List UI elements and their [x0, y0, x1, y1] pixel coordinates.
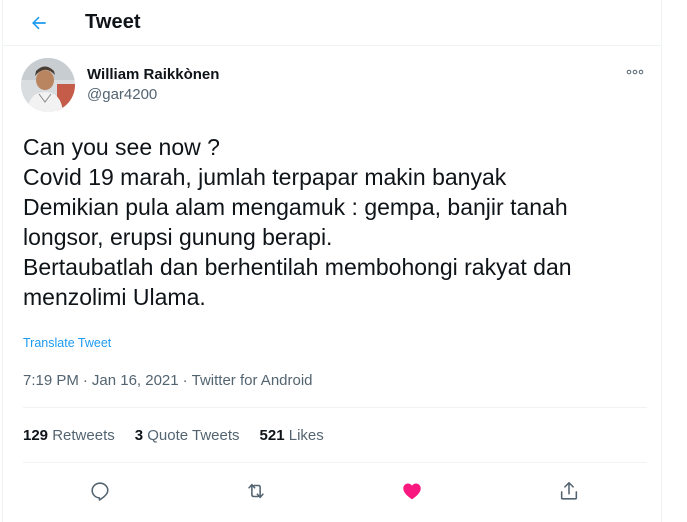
meta-separator: · — [182, 372, 188, 389]
author-names: William Raikkònen @gar4200 — [87, 65, 219, 105]
more-icon — [626, 69, 644, 75]
share-button[interactable] — [553, 475, 585, 507]
quotes-count: 3 — [134, 427, 144, 444]
like-button[interactable] — [396, 475, 428, 507]
quotes-label: Quote Tweets — [147, 427, 240, 444]
tweet-text: Can you see now ? Covid 19 marah, jumlah… — [23, 134, 572, 310]
tweet-stats: 129 Retweets 3 Quote Tweets 521 Likes — [23, 427, 344, 444]
tweet-metadata: 7:19 PM · Jan 16, 2021 · Twitter for Android — [23, 372, 313, 389]
retweet-button[interactable] — [240, 475, 272, 507]
tweet-date[interactable]: Jan 16, 2021 — [92, 372, 179, 389]
like-icon — [403, 483, 421, 500]
translate-tweet-link[interactable]: Translate Tweet — [23, 336, 111, 350]
tweet-actions — [3, 475, 663, 505]
retweets-count: 129 — [23, 427, 49, 444]
avatar[interactable] — [21, 58, 75, 112]
divider — [23, 462, 647, 463]
retweets-label: Retweets — [52, 427, 115, 444]
likes-label: Likes — [288, 427, 324, 444]
meta-separator: · — [82, 372, 88, 389]
retweet-icon — [248, 483, 264, 499]
likes-stat[interactable]: 521 Likes — [260, 427, 324, 444]
more-options-button[interactable] — [625, 64, 645, 80]
avatar-photo — [21, 58, 75, 112]
tweet-author: William Raikkònen @gar4200 — [21, 58, 219, 112]
tweet-source[interactable]: Twitter for Android — [192, 372, 313, 389]
author-handle[interactable]: @gar4200 — [87, 85, 219, 105]
arrow-left-icon — [32, 16, 46, 29]
back-button[interactable] — [23, 7, 55, 39]
share-icon — [560, 481, 578, 500]
reply-icon — [91, 482, 109, 501]
quote-tweets-stat[interactable]: 3 Quote Tweets — [135, 427, 240, 444]
retweets-stat[interactable]: 129 Retweets — [23, 427, 115, 444]
divider — [23, 407, 647, 408]
page-title: Tweet — [85, 11, 141, 33]
tweet-page: Tweet William Raikkònen @gar4200 Can you — [2, 0, 662, 522]
header-bar: Tweet — [3, 0, 661, 46]
likes-count: 521 — [259, 427, 285, 444]
author-display-name[interactable]: William Raikkònen — [87, 65, 219, 85]
tweet-time[interactable]: 7:19 PM — [23, 372, 79, 389]
reply-button[interactable] — [84, 475, 116, 507]
